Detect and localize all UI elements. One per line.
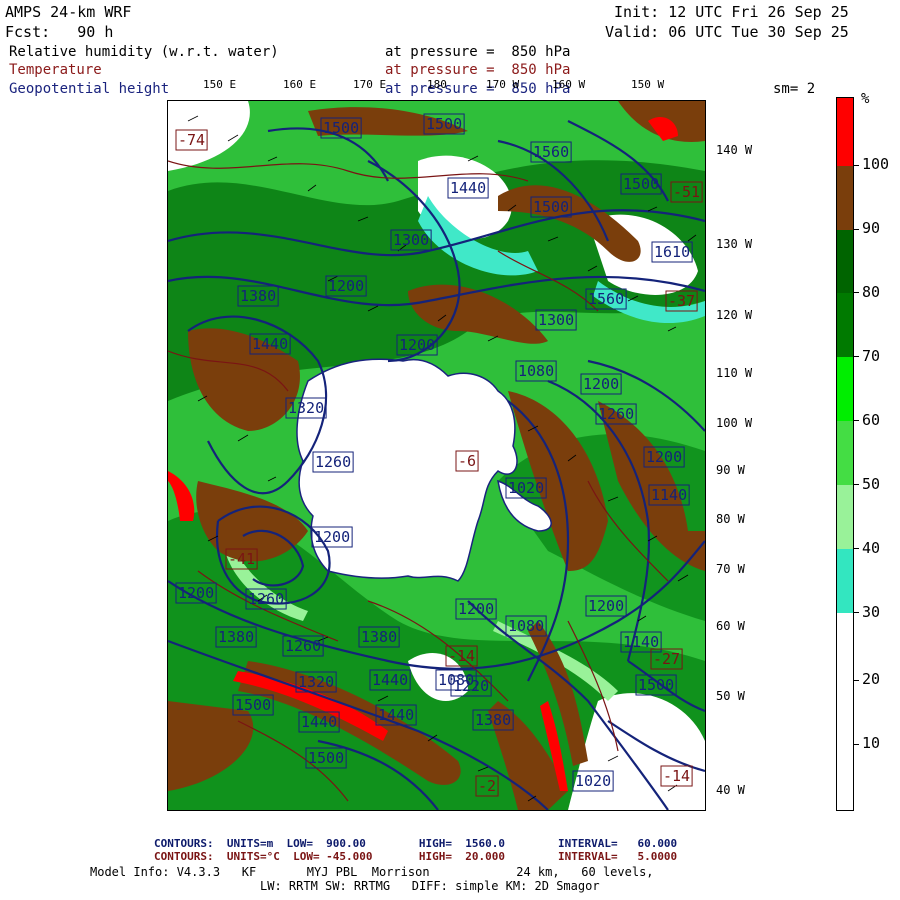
lon-label: 160 W (552, 78, 586, 91)
field-rh-name: Relative humidity (w.r.t. water) (9, 44, 279, 60)
legend-value: 50 (862, 475, 881, 493)
lat-label: 90 W (716, 463, 745, 477)
legend-value: 100 (862, 155, 890, 173)
temperature-label: -27 (653, 650, 680, 668)
height-label: 1200 (178, 584, 214, 602)
height-label: 1260 (248, 590, 284, 608)
field-rh-level: at pressure = 850 hPa (385, 44, 571, 60)
height-label: 1440 (450, 179, 486, 197)
legend-color-bar (836, 97, 854, 811)
temperature-label: -51 (673, 183, 700, 201)
init-time: Init: 12 UTC Fri 26 Sep 25 (614, 3, 849, 21)
height-label: 1200 (458, 600, 494, 618)
height-label: 1200 (588, 597, 624, 615)
lon-label: 150 W (631, 78, 665, 91)
legend-value: 10 (862, 734, 881, 752)
lon-label: 180 (427, 78, 447, 91)
lat-label: 120 W (716, 308, 753, 322)
lon-label: 170 W (486, 78, 520, 91)
height-label: 1500 (638, 676, 674, 694)
height-label: 1020 (508, 479, 544, 497)
height-label: 1500 (323, 119, 359, 137)
footer-height-contours: CONTOURS: UNITS=m LOW= 900.00 HIGH= 1560… (154, 837, 678, 850)
field-temp-level: at pressure = 850 hPa (385, 62, 571, 78)
temperature-label: -37 (668, 292, 695, 310)
height-label: 1440 (372, 671, 408, 689)
height-label: 1500 (426, 115, 462, 133)
height-label: 1610 (654, 243, 690, 261)
height-label: 1300 (538, 311, 574, 329)
map-field-graphic: 1500 1500 1440 1500 1560 1500 1610 1380 … (168, 101, 705, 810)
height-label: 1380 (218, 628, 254, 646)
height-label: 1560 (588, 290, 624, 308)
height-label: 1200 (646, 448, 682, 466)
lat-label: 130 W (716, 237, 753, 251)
height-label: 1500 (308, 749, 344, 767)
height-label: 1200 (399, 336, 435, 354)
footer-temp-contours: CONTOURS: UNITS=°C LOW= -45.000 HIGH= 20… (154, 850, 678, 863)
height-label: 1380 (361, 628, 397, 646)
height-label: 1560 (533, 143, 569, 161)
height-label: 1500 (533, 198, 569, 216)
height-label: 1220 (453, 677, 489, 695)
height-label: 1080 (518, 362, 554, 380)
lat-label: 100 W (716, 416, 753, 430)
valid-time: Valid: 06 UTC Tue 30 Sep 25 (605, 23, 849, 41)
height-label: 1260 (315, 453, 351, 471)
field-height-level: at pressure = 850 hPa (385, 81, 571, 97)
lat-label: 70 W (716, 562, 745, 576)
height-label: 1020 (575, 772, 611, 790)
height-label: 1320 (288, 399, 324, 417)
lat-label: 80 W (716, 512, 745, 526)
height-label: 1500 (623, 175, 659, 193)
legend-value: 60 (862, 411, 881, 429)
lon-label: 160 E (283, 78, 317, 91)
legend-unit: % (861, 91, 870, 107)
field-height-name: Geopotential height (9, 81, 170, 97)
lat-label: 40 W (716, 783, 745, 797)
height-label: 1440 (252, 335, 288, 353)
temperature-label: -14 (448, 647, 475, 665)
legend-value: 80 (862, 283, 881, 301)
lat-label: 60 W (716, 619, 745, 633)
temperature-label: -2 (478, 777, 496, 795)
height-label: 1440 (378, 706, 414, 724)
model-title: AMPS 24-km WRF (5, 3, 132, 21)
lon-label: 150 E (203, 78, 237, 91)
temperature-label: -14 (663, 767, 690, 785)
height-label: 1380 (240, 287, 276, 305)
height-label: 1200 (314, 528, 350, 546)
legend-value: 30 (862, 603, 881, 621)
height-label: 1200 (583, 375, 619, 393)
temperature-label: -41 (228, 550, 255, 568)
lat-label: 110 W (716, 366, 753, 380)
height-label: 1140 (651, 486, 687, 504)
legend-value: 90 (862, 219, 881, 237)
lon-label: 170 E (353, 78, 387, 91)
height-label: 1260 (598, 405, 634, 423)
smoothing-label: sm= 2 (773, 81, 816, 97)
height-label: 1080 (508, 617, 544, 635)
temperature-label: -6 (458, 452, 476, 470)
legend-value: 20 (862, 670, 881, 688)
height-label: 1300 (393, 231, 429, 249)
height-label: 1320 (298, 673, 334, 691)
height-label: 1380 (475, 711, 511, 729)
height-label: 1140 (623, 633, 659, 651)
height-label: 1260 (285, 637, 321, 655)
height-label: 1200 (328, 277, 364, 295)
temperature-label: -74 (178, 131, 205, 149)
height-label: 1440 (301, 713, 337, 731)
lat-label: 140 W (716, 143, 753, 157)
legend-value: 70 (862, 347, 881, 365)
field-temp-name: Temperature (9, 62, 102, 78)
legend-value: 40 (862, 539, 881, 557)
height-label: 1500 (235, 696, 271, 714)
forecast-hour: Fcst: 90 h (5, 23, 114, 41)
map-plot-area: 1500 1500 1440 1500 1560 1500 1610 1380 … (167, 100, 706, 811)
lat-label: 50 W (716, 689, 745, 703)
footer-physics-info: LW: RRTM SW: RRTMG DIFF: simple KM: 2D S… (260, 879, 600, 893)
footer-model-info: Model Info: V4.3.3 KF MYJ PBL Morrison 2… (90, 865, 654, 879)
